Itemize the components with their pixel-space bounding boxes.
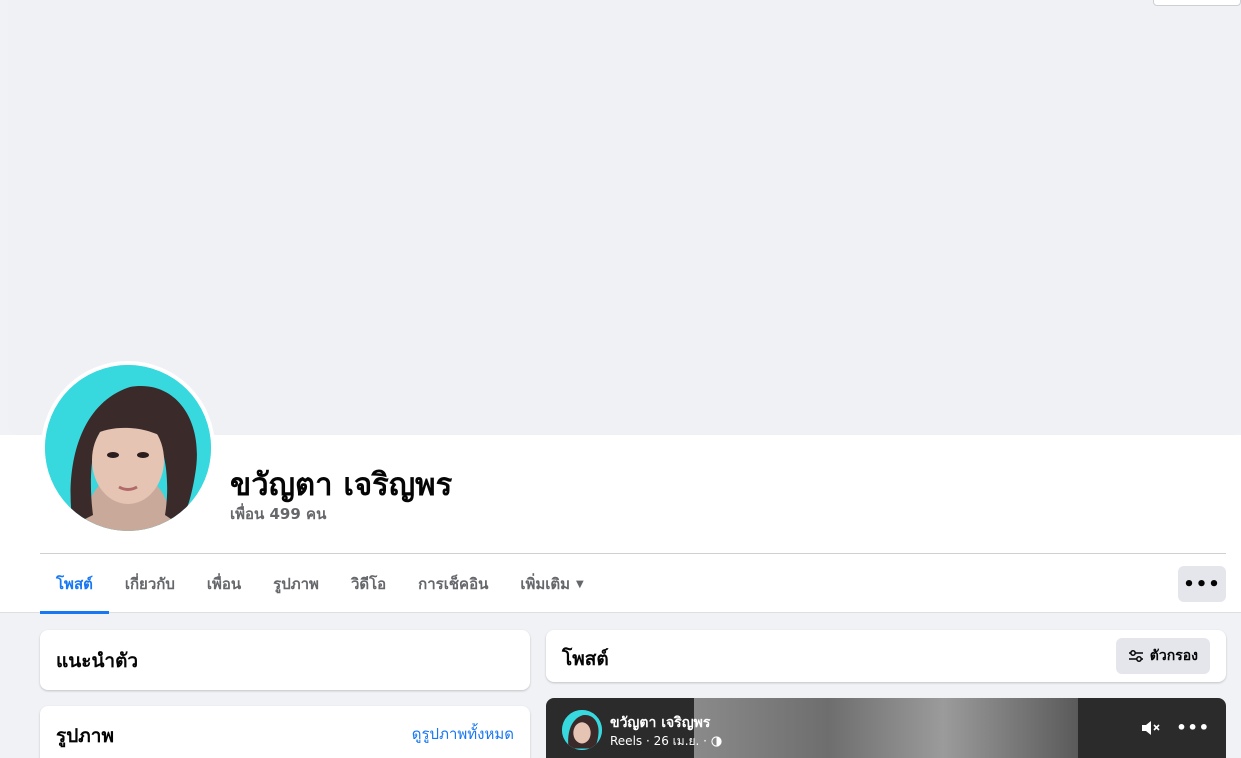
filter-sliders-icon: [1128, 650, 1143, 662]
globe-icon: [711, 736, 722, 747]
tab-videos[interactable]: วิดีโอ: [335, 554, 402, 614]
tab-posts[interactable]: โพสต์: [40, 554, 109, 614]
reel-menu-button[interactable]: •••: [1176, 718, 1210, 737]
tab-about[interactable]: เกี่ยวกับ: [109, 554, 191, 614]
filter-button[interactable]: ตัวกรอง: [1115, 638, 1210, 674]
cover-edit-button[interactable]: [1153, 0, 1241, 6]
intro-title: แนะนำตัว: [56, 650, 139, 672]
profile-picture[interactable]: [45, 365, 211, 531]
cover-photo[interactable]: [8, 0, 1241, 435]
posts-header-card: โพสต์ ตัวกรอง: [546, 630, 1226, 682]
reel-controls: •••: [1140, 718, 1210, 737]
tab-friends[interactable]: เพื่อน: [191, 554, 257, 614]
photos-title: รูปภาพ: [56, 725, 114, 747]
profile-photo-image: [45, 365, 211, 531]
intro-card: แนะนำตัว: [40, 630, 530, 690]
tab-more[interactable]: เพิ่มเติม ▼: [504, 554, 599, 614]
posts-title: โพสต์: [562, 648, 609, 670]
profile-tabs: โพสต์ เกี่ยวกับ เพื่อน รูปภาพ วิดีโอ การ…: [40, 554, 600, 614]
tab-check-ins[interactable]: การเช็คอิน: [402, 554, 504, 614]
reel-author-avatar[interactable]: [562, 710, 602, 750]
see-all-photos-link[interactable]: ดูรูปภาพทั้งหมด: [412, 722, 514, 746]
profile-more-button[interactable]: •••: [1178, 566, 1226, 602]
friends-count[interactable]: เพื่อน 499 คน: [230, 502, 326, 526]
tab-photos[interactable]: รูปภาพ: [257, 554, 335, 614]
reel-author-name[interactable]: ขวัญตา เจริญพร: [610, 712, 710, 734]
caret-down-icon: ▼: [576, 578, 584, 590]
mute-icon[interactable]: [1140, 719, 1162, 737]
reel-meta: Reels · 26 เม.ย. ·: [610, 732, 722, 751]
reel-post[interactable]: ขวัญตา เจริญพร Reels · 26 เม.ย. · •••: [546, 698, 1226, 758]
avatar-image: [562, 710, 602, 750]
profile-picture-frame[interactable]: [41, 361, 215, 535]
photos-card: รูปภาพ ดูรูปภาพทั้งหมด: [40, 706, 530, 758]
reel-video-thumbnail[interactable]: [694, 698, 1078, 758]
